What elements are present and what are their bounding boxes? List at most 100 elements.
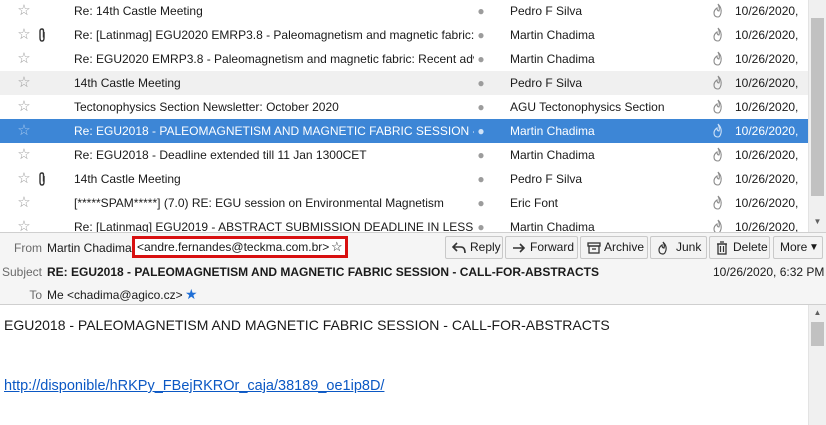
delete-label: Delete <box>733 240 768 254</box>
reply-label: Reply <box>470 240 501 254</box>
to-label: To <box>29 288 42 302</box>
subject-label: Subject <box>1 265 42 279</box>
message-from-cell: Eric Font <box>510 196 559 210</box>
add-contact-star-icon[interactable]: ☆ <box>331 239 343 255</box>
read-status-dot-icon[interactable]: ● <box>476 23 486 47</box>
contact-star-icon[interactable]: ★ <box>185 286 198 303</box>
message-from-cell: Martin Chadima <box>510 28 595 42</box>
message-row[interactable]: ☆ Re: [Latinmag] EGU2019 - ABSTRACT SUBMI… <box>0 215 808 232</box>
message-date-cell: 10/26/2020, <box>735 148 799 162</box>
star-icon[interactable]: ☆ <box>16 23 32 47</box>
reply-button[interactable]: Reply <box>445 236 503 259</box>
junk-status-icon[interactable] <box>710 143 728 167</box>
junk-status-icon[interactable] <box>710 191 728 215</box>
junk-status-icon[interactable] <box>710 95 728 119</box>
message-list[interactable]: ☆ Re: 14th Castle Meeting ● Pedro F Silva 10… <box>0 0 808 232</box>
body-scroll-thumb[interactable] <box>811 322 824 346</box>
attachment-column <box>34 191 50 215</box>
junk-button[interactable]: Junk <box>650 236 707 259</box>
message-row[interactable]: ☆ Re: EGU2018 - PALEOMAGNETISM AND MAGNET… <box>0 119 808 143</box>
message-from-cell: Pedro F Silva <box>510 172 583 186</box>
archive-icon <box>587 237 601 258</box>
message-date-cell: 10/26/2020, <box>735 28 799 42</box>
body-link[interactable]: http://disponible/hRKPy_FBejRKROr_caja/3… <box>4 378 384 394</box>
message-row[interactable]: ☆ Re: EGU2020 EMRP3.8 - Paleomagnetism an… <box>0 47 808 71</box>
attachment-column <box>34 71 50 95</box>
message-from-cell: Martin Chadima <box>510 220 595 232</box>
read-status-dot-icon[interactable]: ● <box>476 0 486 23</box>
junk-status-icon[interactable] <box>710 71 728 95</box>
message-date: 10/26/2020, 6:32 PM <box>713 265 825 279</box>
junk-flame-icon <box>657 237 669 258</box>
star-icon[interactable]: ☆ <box>16 167 32 191</box>
star-icon[interactable]: ☆ <box>16 191 32 215</box>
from-label: From <box>14 241 42 255</box>
message-row[interactable]: ☆ 14th Castle Meeting ● Pedro F Silva 10/26/… <box>0 71 808 95</box>
message-from-cell: Martin Chadima <box>510 124 595 138</box>
from-email[interactable]: <andre.fernandes@teckma.com.br> <box>137 239 329 255</box>
scroll-up-arrow-icon[interactable]: ▲ <box>809 305 826 321</box>
forward-label: Forward <box>530 240 575 254</box>
message-subject-cell: Re: EGU2018 - Deadline extended till 11 … <box>74 148 367 162</box>
junk-status-icon[interactable] <box>710 167 728 191</box>
junk-status-icon[interactable] <box>710 215 728 232</box>
message-from-cell: Pedro F Silva <box>510 4 583 18</box>
message-row[interactable]: ☆ Re: [Latinmag] EGU2020 EMRP3.8 - Paleom… <box>0 23 808 47</box>
junk-status-icon[interactable] <box>710 119 728 143</box>
message-row[interactable]: ☆ 14th Castle Meeting ● Pedro F Silva 10/26/… <box>0 167 808 191</box>
message-row[interactable]: ☆ [*****SPAM*****] (7.0) RE: EGU session … <box>0 191 808 215</box>
read-status-dot-icon[interactable]: ● <box>476 119 486 143</box>
delete-button[interactable]: Delete <box>709 236 770 259</box>
read-status-dot-icon[interactable]: ● <box>476 215 486 232</box>
forward-arrow-icon <box>512 237 526 258</box>
message-list-scroll-thumb[interactable] <box>811 18 824 196</box>
message-date-cell: 10/26/2020, <box>735 220 799 232</box>
read-status-dot-icon[interactable]: ● <box>476 47 486 71</box>
message-header: From Martin Chadima <andre.fernandes@tec… <box>0 232 826 305</box>
star-icon[interactable]: ☆ <box>16 71 32 95</box>
message-subject-cell: Re: [Latinmag] EGU2019 - ABSTRACT SUBMIS… <box>74 220 474 232</box>
attachment-column <box>34 95 50 119</box>
forward-button[interactable]: Forward <box>505 236 578 259</box>
to-recipient[interactable]: Me <chadima@agico.cz> <box>47 288 183 302</box>
attachment-column <box>34 119 50 143</box>
scroll-down-arrow-icon[interactable]: ▼ <box>809 214 826 230</box>
message-subject-cell: Tectonophysics Section Newsletter: Octob… <box>74 100 339 114</box>
message-list-scrollbar[interactable]: ▼ <box>808 0 826 232</box>
star-icon[interactable]: ☆ <box>16 47 32 71</box>
message-body: EGU2018 - PALEOMAGNETISM AND MAGNETIC FA… <box>0 305 826 425</box>
junk-status-icon[interactable] <box>710 23 728 47</box>
junk-status-icon[interactable] <box>710 47 728 71</box>
body-scrollbar[interactable]: ▲ <box>808 305 826 425</box>
message-row[interactable]: ☆ Tectonophysics Section Newsletter: Octo… <box>0 95 808 119</box>
from-email-highlight[interactable]: <andre.fernandes@teckma.com.br> ☆ <box>132 236 348 258</box>
attachment-column <box>34 0 50 23</box>
message-date-cell: 10/26/2020, <box>735 76 799 90</box>
message-subject-cell: Re: [Latinmag] EGU2020 EMRP3.8 - Paleoma… <box>74 28 474 42</box>
attachment-paperclip-icon <box>34 167 50 191</box>
more-button[interactable]: More ▼ <box>773 236 823 259</box>
star-icon[interactable]: ☆ <box>16 119 32 143</box>
star-icon[interactable]: ☆ <box>16 0 32 23</box>
more-label: More <box>780 240 808 254</box>
trash-icon <box>716 237 728 258</box>
junk-status-icon[interactable] <box>710 0 728 23</box>
read-status-dot-icon[interactable]: ● <box>476 191 486 215</box>
message-date-cell: 10/26/2020, <box>735 52 799 66</box>
read-status-dot-icon[interactable]: ● <box>476 71 486 95</box>
message-subject-cell: 14th Castle Meeting <box>74 76 181 90</box>
chevron-down-icon: ▼ <box>809 242 819 253</box>
message-row[interactable]: ☆ Re: 14th Castle Meeting ● Pedro F Silva 10… <box>0 0 808 23</box>
read-status-dot-icon[interactable]: ● <box>476 167 486 191</box>
archive-button[interactable]: Archive <box>580 236 648 259</box>
star-icon[interactable]: ☆ <box>16 95 32 119</box>
star-icon[interactable]: ☆ <box>16 215 32 232</box>
star-icon[interactable]: ☆ <box>16 143 32 167</box>
message-from-cell: Martin Chadima <box>510 52 595 66</box>
read-status-dot-icon[interactable]: ● <box>476 143 486 167</box>
archive-label: Archive <box>604 240 645 254</box>
message-row[interactable]: ☆ Re: EGU2018 - Deadline extended till 11… <box>0 143 808 167</box>
message-from-cell: Martin Chadima <box>510 148 595 162</box>
from-name[interactable]: Martin Chadima <box>47 241 132 255</box>
read-status-dot-icon[interactable]: ● <box>476 95 486 119</box>
